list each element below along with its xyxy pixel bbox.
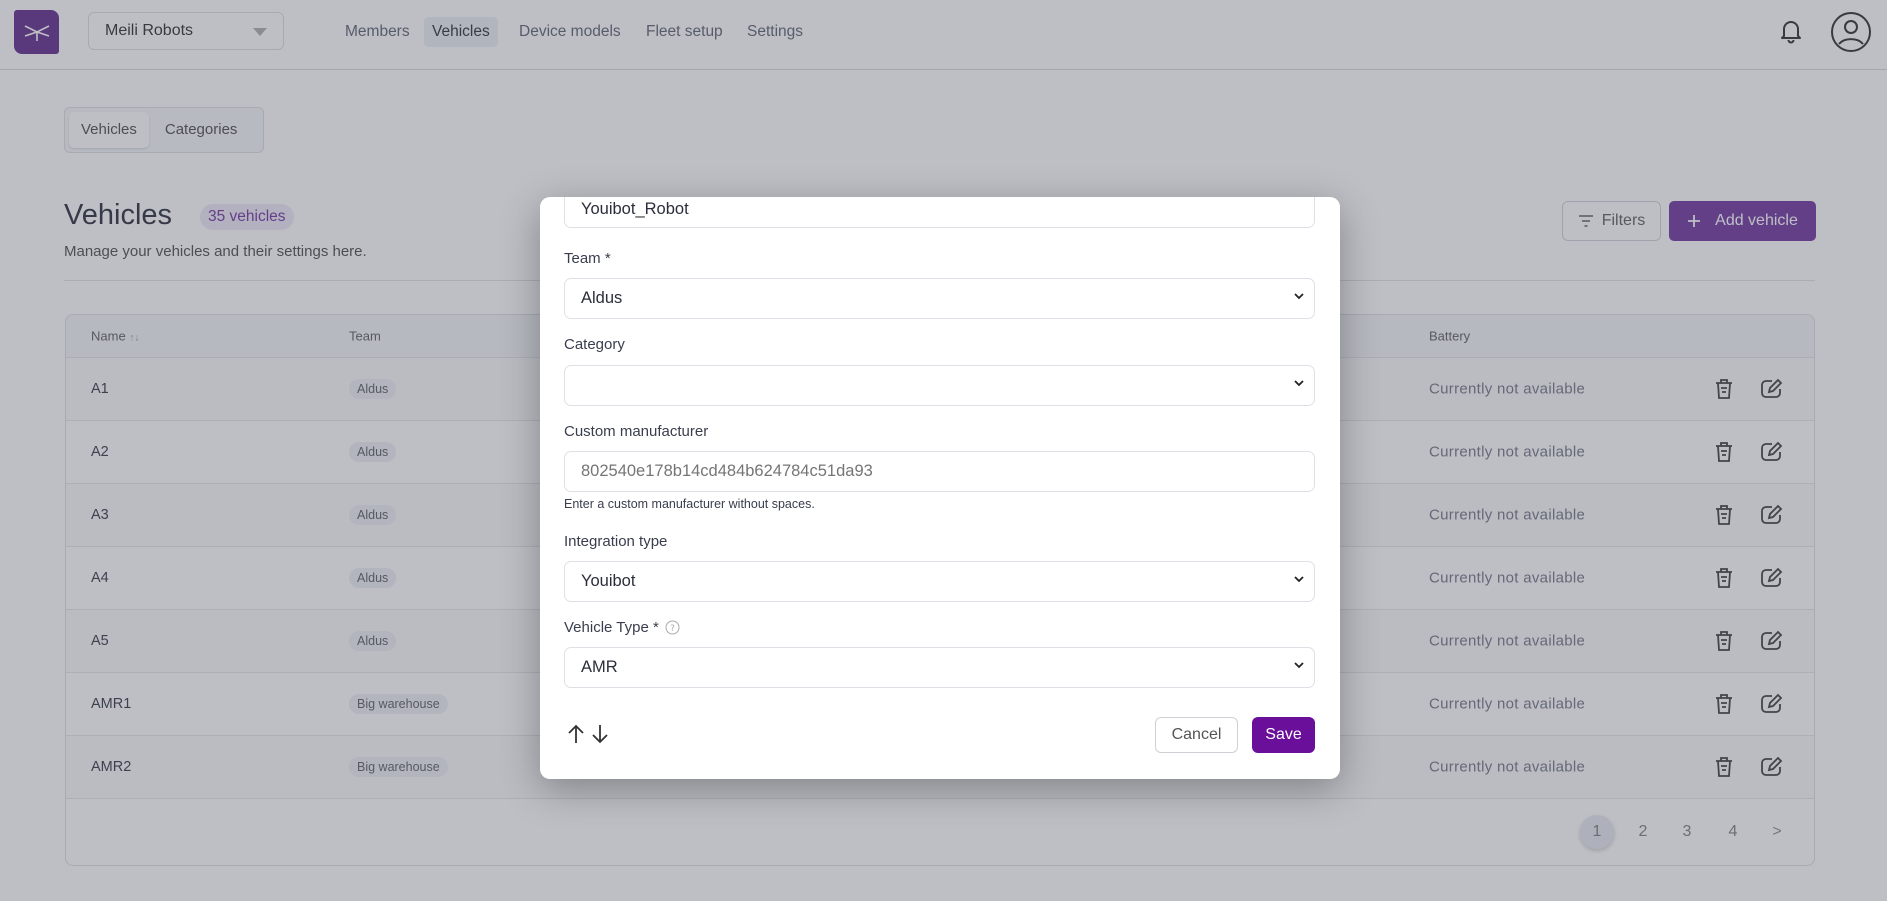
category-label: Category — [564, 336, 625, 353]
team-label: Team * — [564, 250, 611, 267]
cancel-button[interactable]: Cancel — [1155, 717, 1238, 753]
arrow-down-icon[interactable] — [591, 724, 609, 744]
manufacturer-help: Enter a custom manufacturer without spac… — [564, 497, 815, 511]
vehicle-name-input[interactable]: Youibot_Robot — [564, 197, 1315, 228]
vehicle-type-label-text: Vehicle Type * — [564, 619, 659, 636]
custom-manufacturer-input[interactable] — [564, 451, 1315, 492]
svg-text:?: ? — [670, 624, 675, 634]
chevron-down-icon — [1294, 293, 1304, 300]
team-select[interactable]: Aldus — [564, 278, 1315, 319]
integration-label: Integration type — [564, 533, 668, 550]
chevron-down-icon — [1294, 662, 1304, 669]
team-value: Aldus — [581, 289, 623, 307]
chevron-down-icon — [1294, 380, 1304, 387]
category-select[interactable] — [564, 365, 1315, 406]
save-button[interactable]: Save — [1252, 717, 1315, 753]
integration-type-select[interactable]: Youibot — [564, 561, 1315, 602]
chevron-down-icon — [1294, 576, 1304, 583]
arrow-up-icon[interactable] — [567, 724, 585, 744]
vehicle-type-label: Vehicle Type * ? — [564, 619, 680, 636]
vehicle-name-value: Youibot_Robot — [581, 199, 689, 218]
integration-value: Youibot — [581, 572, 636, 590]
help-circle-icon[interactable]: ? — [665, 620, 680, 635]
vehicle-type-value: AMR — [581, 658, 618, 676]
vehicle-type-select[interactable]: AMR — [564, 647, 1315, 688]
edit-vehicle-modal: Youibot_Robot Team * Aldus Category Cust… — [540, 197, 1340, 779]
manufacturer-label: Custom manufacturer — [564, 423, 709, 440]
